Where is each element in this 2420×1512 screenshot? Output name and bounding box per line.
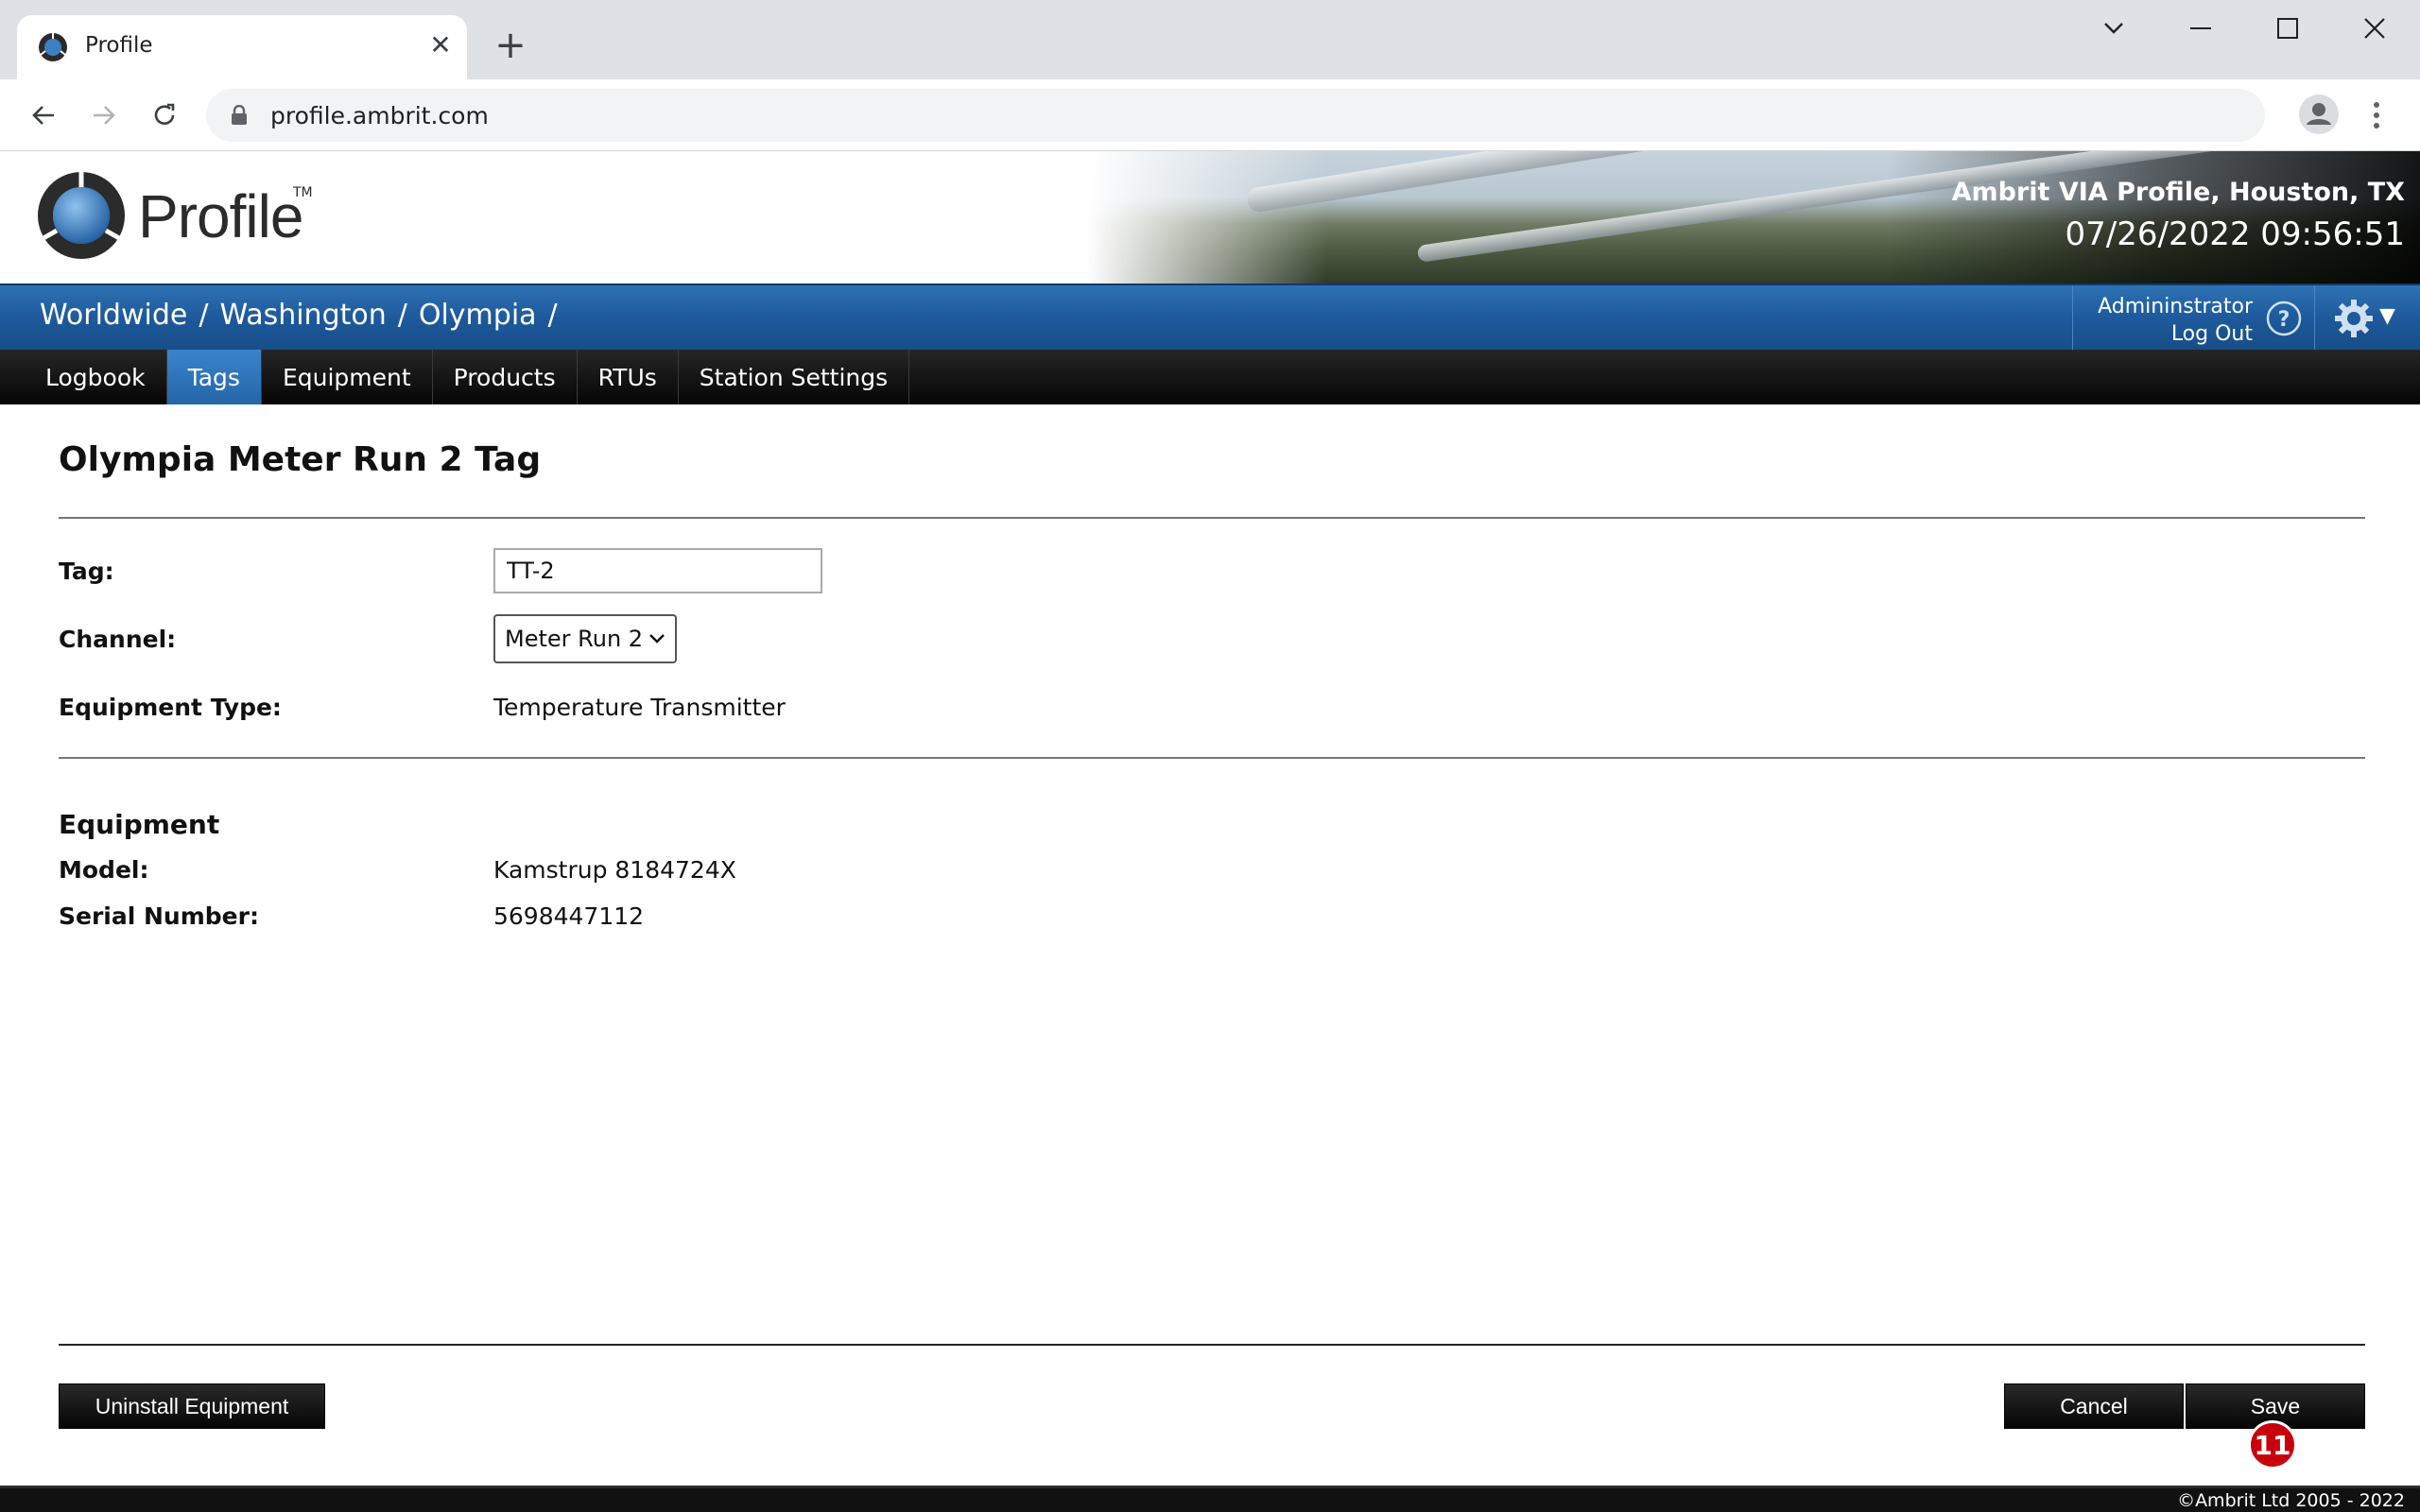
gear-icon bbox=[2335, 300, 2373, 337]
cancel-button[interactable]: Cancel bbox=[2004, 1383, 2184, 1429]
browser-toolbar: profile.ambrit.com bbox=[0, 79, 2420, 151]
app-header: Profile TM Ambrit VIA Profile, Houston, … bbox=[0, 151, 2420, 284]
divider bbox=[59, 757, 2365, 759]
logout-link[interactable]: Log Out bbox=[2084, 322, 2253, 346]
model-label: Model: bbox=[59, 856, 149, 884]
step-badge: 11 bbox=[2248, 1420, 2297, 1469]
breadcrumb-separator: / bbox=[397, 299, 407, 332]
serial-number-label: Serial Number: bbox=[59, 902, 259, 930]
equipment-section-heading: Equipment bbox=[59, 809, 220, 840]
serial-number-value: 5698447112 bbox=[493, 902, 645, 930]
account-icon[interactable] bbox=[2295, 91, 2342, 138]
channel-selected-value: Meter Run 2 bbox=[505, 626, 644, 652]
breadcrumb-washington[interactable]: Washington bbox=[219, 299, 386, 332]
tab-search-chevron-icon[interactable] bbox=[2085, 9, 2142, 47]
tab-station-settings[interactable]: Station Settings bbox=[679, 350, 910, 404]
channel-label: Channel: bbox=[59, 626, 177, 653]
logo-wordmark: Profile bbox=[138, 182, 303, 250]
model-value: Kamstrup 8184724X bbox=[493, 856, 736, 884]
location-bar: Worldwide / Washington / Olympia / Admin… bbox=[0, 284, 2420, 352]
caret-down-icon: ▼ bbox=[2379, 304, 2395, 328]
divider bbox=[59, 517, 2365, 519]
site-datetime: 07/26/2022 09:56:51 bbox=[2065, 215, 2405, 253]
breadcrumb-separator: / bbox=[547, 299, 558, 332]
tab-equipment[interactable]: Equipment bbox=[262, 350, 433, 404]
address-bar[interactable]: profile.ambrit.com bbox=[206, 89, 2265, 142]
main-nav: Logbook Tags Equipment Products RTUs Sta… bbox=[0, 350, 2420, 404]
close-window-icon[interactable] bbox=[2346, 9, 2403, 47]
maximize-icon[interactable] bbox=[2259, 9, 2316, 47]
logo-trademark: TM bbox=[293, 185, 313, 200]
divider bbox=[59, 1344, 2365, 1346]
breadcrumb: Worldwide / Washington / Olympia / bbox=[40, 299, 558, 332]
equipment-type-label: Equipment Type: bbox=[59, 694, 282, 721]
profile-logo-icon[interactable] bbox=[36, 170, 127, 261]
page-title: Olympia Meter Run 2 Tag bbox=[59, 440, 542, 479]
reload-icon[interactable] bbox=[144, 94, 185, 136]
copyright-text: ©Ambrit Ltd 2005 - 2022 bbox=[2177, 1490, 2405, 1511]
breadcrumb-worldwide[interactable]: Worldwide bbox=[40, 299, 187, 332]
tab-title: Profile bbox=[85, 33, 153, 58]
help-icon[interactable]: ? bbox=[2265, 300, 2303, 337]
browser-tab[interactable]: Profile ✕ bbox=[17, 15, 467, 79]
forward-icon[interactable] bbox=[83, 94, 125, 136]
tab-rtus[interactable]: RTUs bbox=[578, 350, 679, 404]
profile-favicon-icon bbox=[39, 33, 67, 61]
browser-tabstrip: Profile ✕ + bbox=[0, 0, 2420, 79]
new-tab-icon[interactable]: + bbox=[492, 26, 529, 64]
back-icon[interactable] bbox=[23, 94, 64, 136]
tab-products[interactable]: Products bbox=[433, 350, 578, 404]
minimize-icon[interactable] bbox=[2172, 9, 2229, 47]
user-name: Admininstrator bbox=[2098, 295, 2253, 318]
site-name: Ambrit VIA Profile, Houston, TX bbox=[1951, 178, 2405, 207]
footer: ©Ambrit Ltd 2005 - 2022 bbox=[0, 1486, 2420, 1512]
breadcrumb-olympia[interactable]: Olympia bbox=[419, 299, 537, 332]
lock-icon bbox=[232, 105, 247, 125]
url-text: profile.ambrit.com bbox=[270, 102, 489, 129]
equipment-type-value: Temperature Transmitter bbox=[493, 694, 786, 721]
user-menu: Admininstrator Log Out bbox=[2072, 285, 2253, 352]
tab-close-icon[interactable]: ✕ bbox=[424, 28, 458, 62]
tab-tags[interactable]: Tags bbox=[166, 350, 262, 404]
chevron-down-icon bbox=[649, 634, 665, 644]
breadcrumb-separator: / bbox=[199, 299, 209, 332]
tag-input[interactable] bbox=[493, 548, 822, 593]
settings-menu-button[interactable]: ▼ bbox=[2314, 285, 2420, 352]
tag-label: Tag: bbox=[59, 558, 114, 585]
channel-select[interactable]: Meter Run 2 bbox=[493, 614, 677, 663]
uninstall-equipment-button[interactable]: Uninstall Equipment bbox=[59, 1383, 325, 1429]
browser-menu-icon[interactable] bbox=[2358, 94, 2395, 136]
tab-logbook[interactable]: Logbook bbox=[25, 350, 167, 404]
svg-text:?: ? bbox=[2278, 308, 2290, 332]
